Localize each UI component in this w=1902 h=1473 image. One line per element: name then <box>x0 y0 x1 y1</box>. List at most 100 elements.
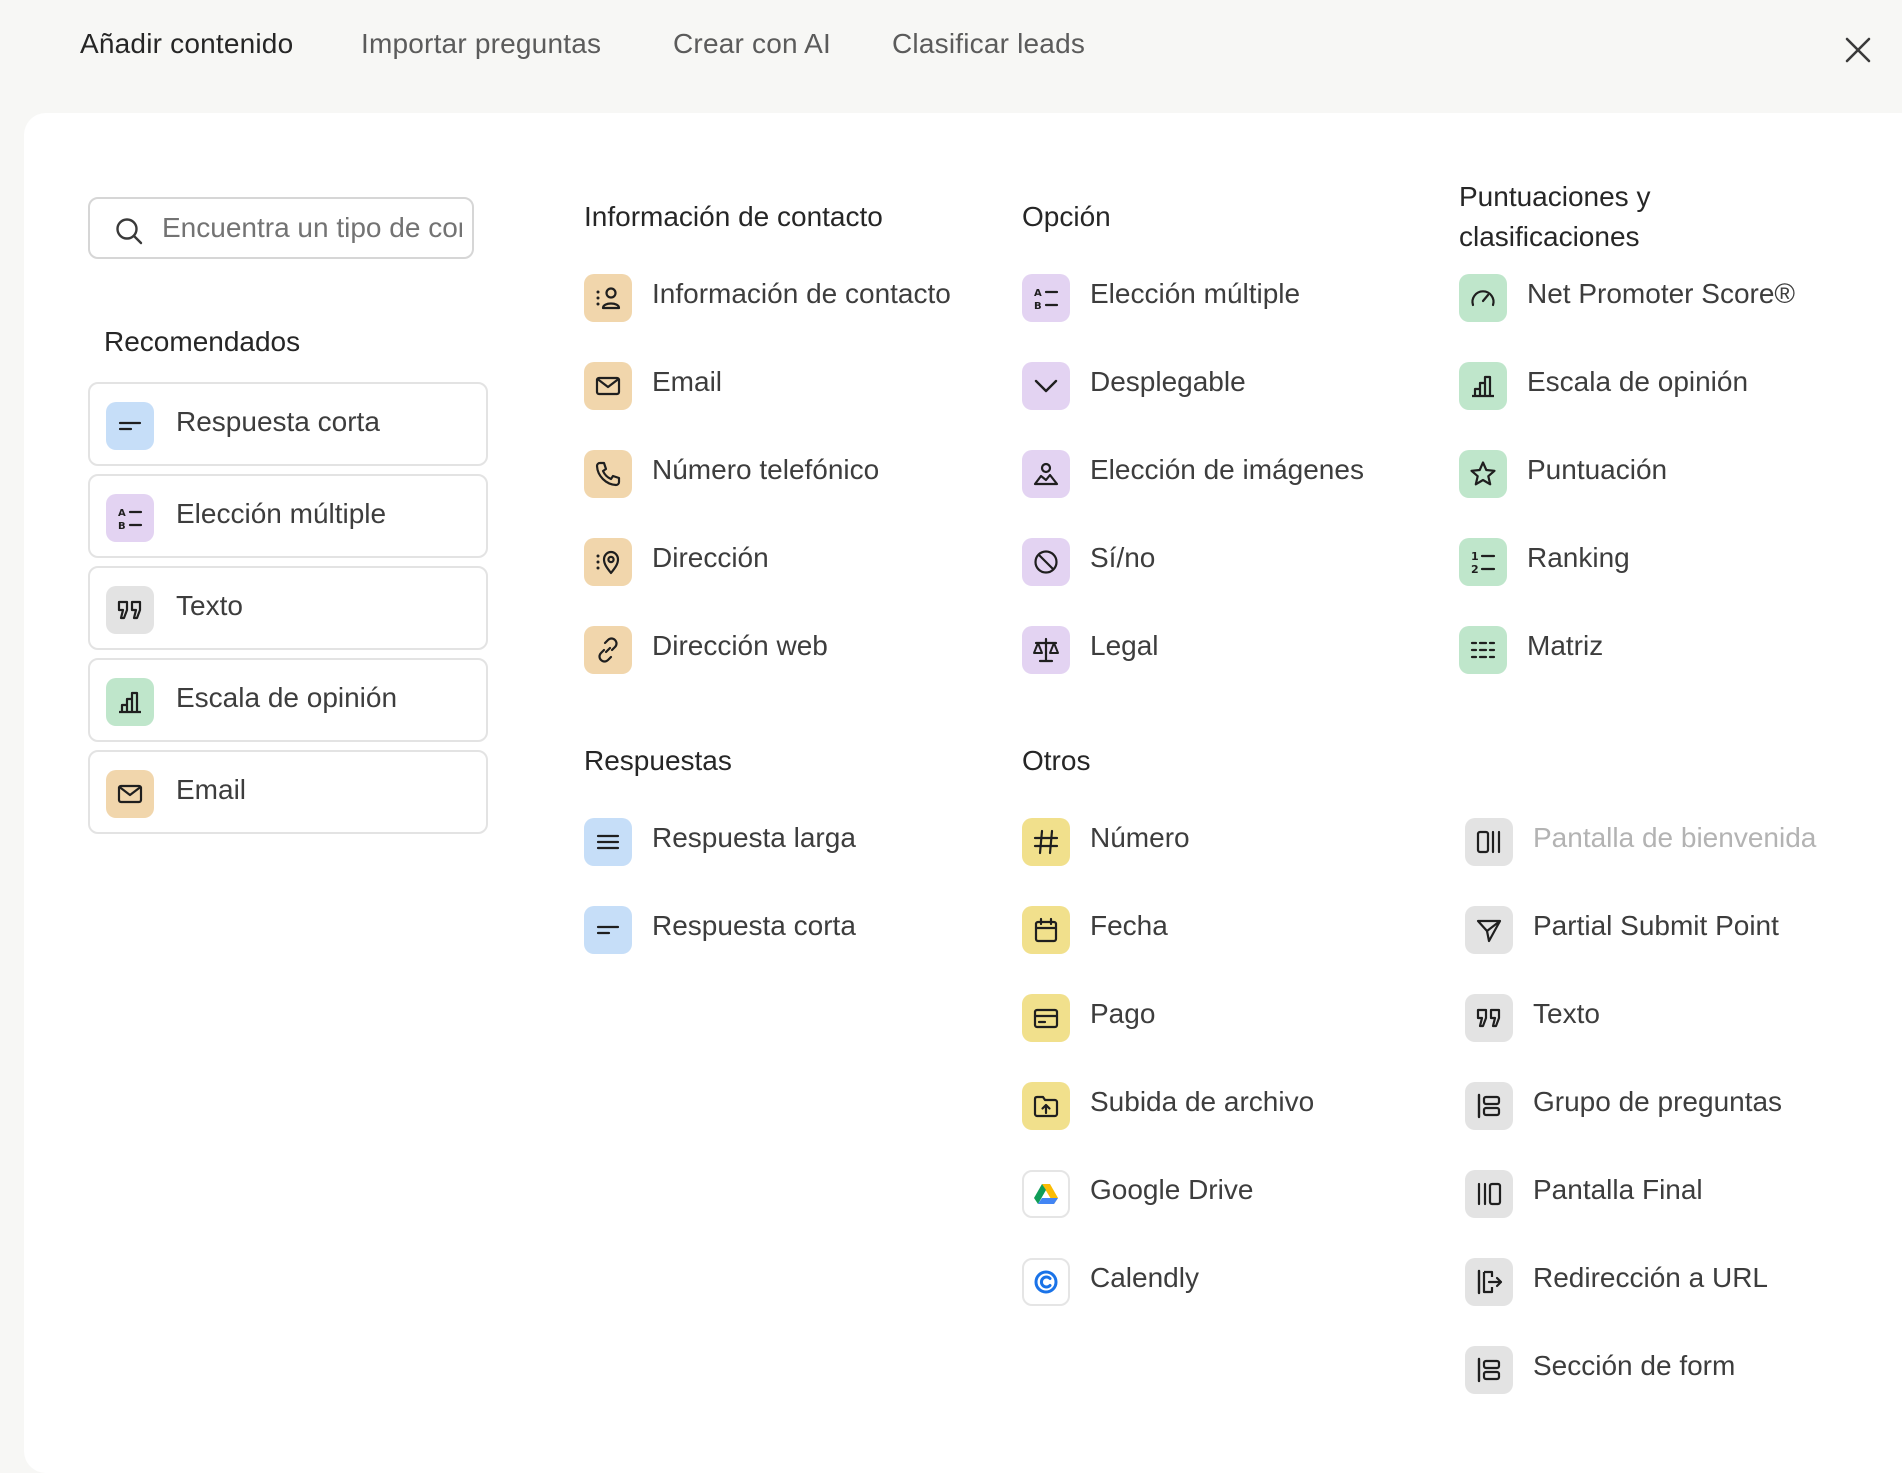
content-type-label: Elección de imágenes <box>1090 454 1364 485</box>
hash-icon <box>1022 818 1070 866</box>
content-type-phone[interactable]: Número telefónico <box>584 444 1004 504</box>
ratings-section-title: Puntuaciones y clasificaciones <box>1459 177 1650 257</box>
content-type-label: Calendly <box>1090 1262 1199 1293</box>
yes-no-icon <box>1022 538 1070 586</box>
content-type-ranking[interactable]: 12 Ranking <box>1459 532 1879 592</box>
content-type-opinion-scale[interactable]: Escala de opinión <box>1459 356 1879 416</box>
content-type-long-text[interactable]: Respuesta larga <box>584 812 1004 872</box>
content-type-number[interactable]: Número <box>1022 812 1442 872</box>
svg-text:1: 1 <box>1471 550 1479 563</box>
content-type-label: Grupo de preguntas <box>1533 1086 1783 1117</box>
recommended-item-opinion-scale[interactable]: Escala de opinión <box>88 658 488 742</box>
content-type-short-text[interactable]: Respuesta corta <box>584 900 1004 960</box>
recommended-item-multiple-choice[interactable]: AB Elección múltiple <box>88 474 488 558</box>
short-text-icon <box>584 906 632 954</box>
recommended-item-email[interactable]: Email <box>88 750 488 834</box>
close-icon <box>1845 37 1871 63</box>
svg-text:A: A <box>118 508 126 519</box>
welcome-screen-icon <box>1465 818 1513 866</box>
content-type-address[interactable]: Dirección <box>584 532 1004 592</box>
content-type-partial-submit-point[interactable]: Partial Submit Point <box>1465 900 1885 960</box>
content-type-label: Pantalla de bienvenida <box>1533 822 1817 853</box>
recommended-item-text[interactable]: Texto <box>88 566 488 650</box>
content-type-yes-no[interactable]: Sí/no <box>1022 532 1442 592</box>
phone-icon <box>584 450 632 498</box>
gauge-icon <box>1459 274 1507 322</box>
search-box <box>88 197 474 259</box>
content-type-label: Ranking <box>1527 542 1630 573</box>
content-type-payment[interactable]: Pago <box>1022 988 1442 1048</box>
content-type-file-upload[interactable]: Subida de archivo <box>1022 1076 1442 1136</box>
content-type-label: Subida de archivo <box>1090 1086 1315 1117</box>
content-type-label: Pago <box>1090 998 1156 1029</box>
search-input[interactable] <box>162 199 462 257</box>
contact-info-icon <box>584 274 632 322</box>
content-type-matrix[interactable]: Matriz <box>1459 620 1879 680</box>
content-type-label: Información de contacto <box>652 278 951 309</box>
tab-create-with-ai[interactable]: Crear con AI <box>673 28 831 60</box>
content-type-label: Elección múltiple <box>1090 278 1301 309</box>
tab-lead-scoring[interactable]: Clasificar leads <box>892 28 1085 60</box>
svg-text:A: A <box>1034 288 1042 299</box>
multiple-choice-icon: AB <box>1022 274 1070 322</box>
redirect-icon <box>1465 1258 1513 1306</box>
email-icon <box>106 770 154 818</box>
tab-add-content[interactable]: Añadir contenido <box>80 28 293 60</box>
tab-import-questions[interactable]: Importar preguntas <box>361 28 601 60</box>
content-type-question-group[interactable]: Grupo de preguntas <box>1465 1076 1885 1136</box>
content-type-multiple-choice[interactable]: AB Elección múltiple <box>1022 268 1442 328</box>
opinion-scale-icon <box>106 678 154 726</box>
content-type-contact-info[interactable]: Información de contacto <box>584 268 1004 328</box>
content-type-dropdown[interactable]: Desplegable <box>1022 356 1442 416</box>
content-type-label: Partial Submit Point <box>1533 910 1779 941</box>
content-type-label: Desplegable <box>1090 366 1246 397</box>
content-type-label: Redirección a URL <box>1533 1262 1768 1293</box>
content-type-label: Net Promoter Score® <box>1527 278 1796 309</box>
close-button[interactable] <box>1838 30 1878 70</box>
multiple-choice-icon: AB <box>106 494 154 542</box>
content-type-statement[interactable]: Texto <box>1465 988 1885 1048</box>
content-type-label: Fecha <box>1090 910 1168 941</box>
content-type-date[interactable]: Fecha <box>1022 900 1442 960</box>
content-type-nps[interactable]: Net Promoter Score® <box>1459 268 1879 328</box>
recommended-item-label: Respuesta corta <box>176 406 380 437</box>
file-upload-icon <box>1022 1082 1070 1130</box>
content-type-google-drive[interactable]: Google Drive <box>1022 1164 1442 1224</box>
content-type-label: Pantalla Final <box>1533 1174 1703 1205</box>
content-type-rating[interactable]: Puntuación <box>1459 444 1879 504</box>
end-screen-icon <box>1465 1170 1513 1218</box>
long-text-icon <box>584 818 632 866</box>
opinion-scale-icon <box>1459 362 1507 410</box>
star-icon <box>1459 450 1507 498</box>
content-type-end-screen[interactable]: Pantalla Final <box>1465 1164 1885 1224</box>
content-type-label: Número <box>1090 822 1190 853</box>
recommended-item-short-text[interactable]: Respuesta corta <box>88 382 488 466</box>
content-type-redirect-url[interactable]: Redirección a URL <box>1465 1252 1885 1312</box>
calendly-icon <box>1022 1258 1070 1306</box>
recommended-item-label: Elección múltiple <box>176 498 387 529</box>
recommended-item-label: Texto <box>176 590 243 621</box>
choice-section-title: Opción <box>1022 201 1111 232</box>
content-type-label: Google Drive <box>1090 1174 1254 1205</box>
content-type-form-section[interactable]: Sección de form <box>1465 1340 1885 1400</box>
ratings-title-line1: Puntuaciones y <box>1459 181 1651 212</box>
content-type-website[interactable]: Dirección web <box>584 620 1004 680</box>
recommended-title: Recomendados <box>104 326 301 357</box>
content-type-label: Dirección <box>652 542 769 573</box>
content-type-email[interactable]: Email <box>584 356 1004 416</box>
calendar-icon <box>1022 906 1070 954</box>
question-group-icon <box>1465 1082 1513 1130</box>
scales-icon <box>1022 626 1070 674</box>
content-type-picture-choice[interactable]: Elección de imágenes <box>1022 444 1442 504</box>
form-section-icon <box>1465 1346 1513 1394</box>
ratings-title-line2: clasificaciones <box>1459 221 1640 252</box>
recommended-item-label: Email <box>176 774 247 805</box>
content-type-label: Email <box>652 366 723 397</box>
send-icon <box>1465 906 1513 954</box>
ranking-icon: 12 <box>1459 538 1507 586</box>
content-type-legal[interactable]: Legal <box>1022 620 1442 680</box>
link-icon <box>584 626 632 674</box>
svg-text:B: B <box>118 521 126 532</box>
content-type-calendly[interactable]: Calendly <box>1022 1252 1442 1312</box>
svg-text:2: 2 <box>1471 563 1479 576</box>
